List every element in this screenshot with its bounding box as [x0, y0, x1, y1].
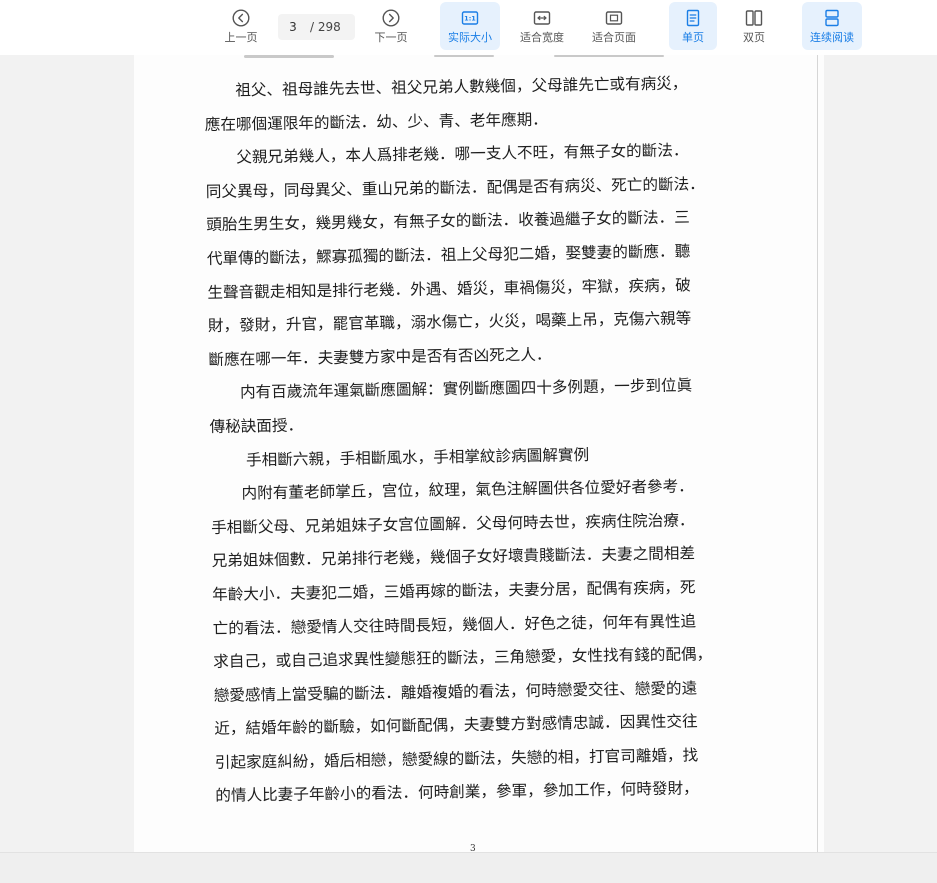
double-page-icon [745, 10, 763, 26]
single-page-label: 单页 [682, 31, 704, 44]
prev-page-label: 上一页 [224, 31, 258, 44]
page-number-footer: 3 [470, 844, 476, 852]
single-page-button[interactable]: 单页 [669, 2, 717, 50]
prev-page-button[interactable]: 上一页 [218, 2, 264, 50]
toolbar: 上一页 / 298 下一页 1:1 实际大小 适合宽度 [0, 0, 937, 55]
text-line: 的情人比妻子年齡小的看法．何時創業，參軍，參加工作，何時發財， [215, 779, 699, 806]
next-page-label: 下一页 [374, 31, 408, 44]
fit-page-icon [605, 11, 623, 25]
page-number-input[interactable] [278, 20, 308, 34]
page-indicator: / 298 [278, 14, 355, 40]
bottom-status-bar [0, 852, 937, 883]
total-pages: / 298 [310, 20, 341, 34]
svg-text:1:1: 1:1 [464, 15, 476, 23]
scan-artifact [554, 55, 664, 57]
continuous-reading-icon [825, 9, 839, 27]
fit-page-label: 适合页面 [592, 31, 636, 44]
pdf-viewer: 上一页 / 298 下一页 1:1 实际大小 适合宽度 [0, 0, 937, 883]
single-page-icon [686, 9, 700, 27]
continuous-reading-button[interactable]: 连续阅读 [802, 2, 862, 50]
fit-width-button[interactable]: 适合宽度 [512, 2, 572, 50]
actual-size-button[interactable]: 1:1 实际大小 [440, 2, 500, 50]
actual-size-icon: 1:1 [461, 11, 479, 25]
chevron-left-circle-icon [232, 9, 250, 27]
continuous-reading-label: 连续阅读 [810, 31, 854, 44]
document-page: 祖父、祖母誰先去世、祖父兄弟人數幾個，父母誰先亡或有病災， 應在哪個運限年的斷法… [134, 55, 824, 852]
scan-artifact [434, 55, 494, 57]
chevron-right-circle-icon [382, 9, 400, 27]
fit-width-label: 适合宽度 [520, 31, 564, 44]
actual-size-label: 实际大小 [448, 31, 492, 44]
document-scroll-area[interactable]: 祖父、祖母誰先去世、祖父兄弟人數幾個，父母誰先亡或有病災， 應在哪個運限年的斷法… [0, 55, 937, 852]
double-page-button[interactable]: 双页 [730, 2, 778, 50]
page-scan-edge [817, 55, 818, 852]
fit-width-icon [533, 11, 551, 25]
document-text-block: 祖父、祖母誰先去世、祖父兄弟人數幾個，父母誰先亡或有病災， 應在哪個運限年的斷法… [204, 67, 728, 814]
next-page-button[interactable]: 下一页 [368, 2, 414, 50]
double-page-label: 双页 [743, 31, 765, 44]
scan-artifact [244, 55, 334, 58]
fit-page-button[interactable]: 适合页面 [584, 2, 644, 50]
